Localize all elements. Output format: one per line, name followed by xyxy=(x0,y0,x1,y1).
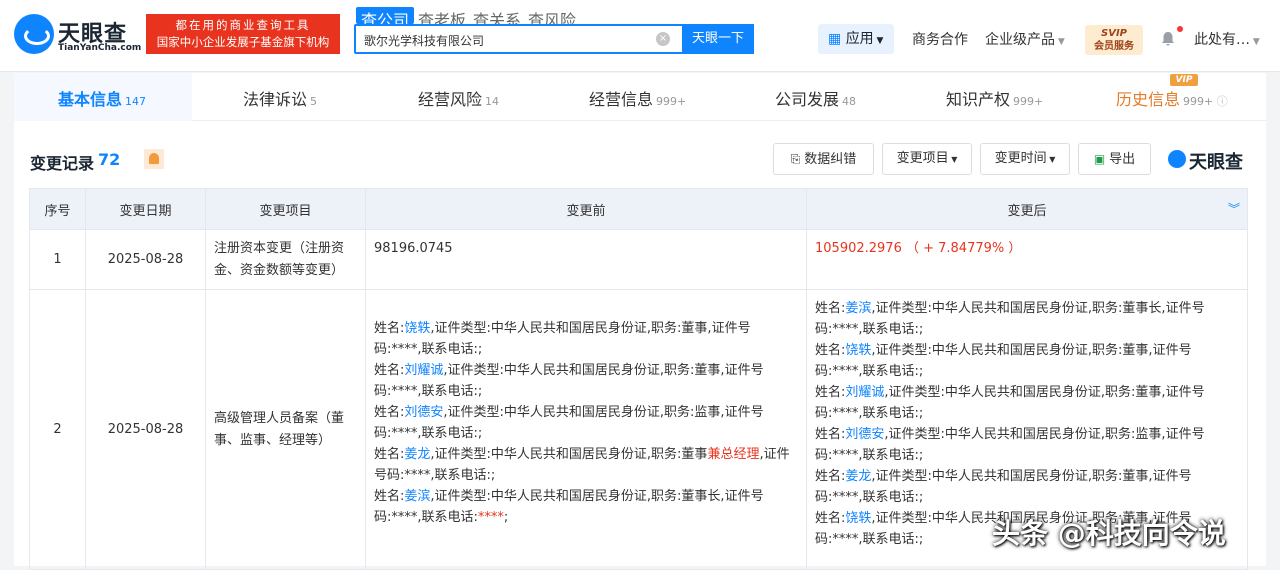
person-entry: 姓名:饶轶,证件类型:中华人民共和国居民身份证,职务:董事,证件号码:****,… xyxy=(374,321,751,357)
table-header: 序号 变更日期 变更项目 变更前 变更后 xyxy=(29,188,1248,230)
section-count: 72 xyxy=(98,150,121,169)
change-item-filter[interactable]: 变更项目 ▼ xyxy=(882,143,972,175)
person-name-link[interactable]: 饶轶 xyxy=(845,511,871,526)
person-entry: 姓名:刘德安,证件类型:中华人民共和国居民身份证,职务:监事,证件号码:****… xyxy=(815,427,1205,463)
person-entry: 姓名:姜滨,证件类型:中华人民共和国居民身份证,职务:董事长,证件号码:****… xyxy=(815,301,1205,337)
person-name-link[interactable]: 刘德安 xyxy=(845,427,884,442)
data-correction-button[interactable]: ⎘ 数据纠错 xyxy=(773,143,874,175)
tyc-logo-text: 天眼查 xyxy=(1189,152,1243,173)
person-name-link[interactable]: 姜滨 xyxy=(845,301,871,316)
tab-basic-info[interactable]: 基本信息 147 xyxy=(58,86,146,110)
apps-menu[interactable]: ▦ 应用 ▼ xyxy=(818,24,894,54)
main-tabs: 基本信息 147 法律诉讼 5 经营风险 14 经营信息 999+ 公司发展 48 知识产… xyxy=(14,73,1266,121)
col-item: 变更项目 xyxy=(205,188,366,230)
person-entry: 姓名:饶轶,证件类型:中华人民共和国居民身份证,职务:董事,证件号码:****,… xyxy=(815,343,1192,379)
watermark: 头条 @科技向令说 xyxy=(992,517,1226,550)
col-before: 变更前 xyxy=(365,188,807,230)
tab-ip[interactable]: 知识产权 999+ xyxy=(946,86,1043,110)
person-name-link[interactable]: 刘德安 xyxy=(404,405,443,420)
table-row: 1 2025-08-28 注册资本变更（注册资金、资金数额等变更） 98196.… xyxy=(29,229,1248,290)
search-button[interactable]: 天眼一下 xyxy=(682,24,754,54)
logo-eye-icon xyxy=(14,14,54,54)
person-name-link[interactable]: 饶轶 xyxy=(404,321,430,336)
svip-button[interactable]: SVIP 会员服务 xyxy=(1085,25,1143,55)
person-entry: 姓名:姜龙,证件类型:中华人民共和国居民身份证,职务:董事,证件号码:****,… xyxy=(815,469,1192,505)
help-icon: ⓘ xyxy=(1213,95,1228,108)
person-entry: 姓名:姜滨,证件类型:中华人民共和国居民身份证,职务:董事长,证件号码:****… xyxy=(374,489,764,525)
logo[interactable]: 天眼查 TianYanCha.com xyxy=(14,14,141,58)
bell-icon[interactable] xyxy=(1160,31,1176,47)
row-index: 2 xyxy=(29,289,86,570)
nav-business-coop[interactable]: 商务合作 xyxy=(912,29,968,49)
tab-company-dev[interactable]: 公司发展 48 xyxy=(775,86,856,110)
row-after: 105902.2976 （ + 7.84779% ） xyxy=(806,229,1248,290)
top-header: 天眼查 TianYanCha.com 都在用的商业查询工具 国家中小企业发展子基… xyxy=(0,0,1280,72)
section-title: 变更记录 xyxy=(30,154,95,173)
tyc-logo-icon xyxy=(1168,150,1186,168)
edit-icon: ⎘ xyxy=(790,152,805,166)
person-name-link[interactable]: 刘耀诚 xyxy=(845,385,884,400)
person-entry: 姓名:姜龙,证件类型:中华人民共和国居民身份证,职务:董事兼总经理,证件号码:*… xyxy=(374,447,790,483)
tab-history[interactable]: 历史信息 999+ ⓘ xyxy=(1116,86,1228,110)
row-date: 2025-08-28 xyxy=(85,289,206,570)
change-time-filter[interactable]: 变更时间 ▼ xyxy=(980,143,1070,175)
person-name-link[interactable]: 刘耀诚 xyxy=(404,363,443,378)
col-after: 变更后 xyxy=(806,188,1248,230)
tab-operation-info[interactable]: 经营信息 999+ xyxy=(589,86,686,110)
person-name-link[interactable]: 姜龙 xyxy=(404,447,430,462)
row-before: 98196.0745 xyxy=(365,229,807,290)
vip-badge: VIP xyxy=(1170,74,1198,86)
search-input[interactable]: 歌尔光学科技有限公司 xyxy=(364,32,484,49)
chevron-down-icon: ▼ xyxy=(873,36,884,46)
tab-operation-risk[interactable]: 经营风险 14 xyxy=(418,86,499,110)
clear-icon[interactable]: × xyxy=(656,32,670,46)
export-button[interactable]: ▣ 导出 xyxy=(1078,143,1151,175)
slogan-banner: 都在用的商业查询工具 国家中小企业发展子基金旗下机构 xyxy=(146,14,340,54)
search-box[interactable]: 歌尔光学科技有限公司 × 天眼一下 xyxy=(354,24,754,54)
person-name-link[interactable]: 姜龙 xyxy=(845,469,871,484)
notification-dot xyxy=(1177,26,1183,32)
person-entry: 姓名:刘耀诚,证件类型:中华人民共和国居民身份证,职务:董事,证件号码:****… xyxy=(374,363,764,399)
tab-legal[interactable]: 法律诉讼 5 xyxy=(243,86,317,110)
tab-search-company[interactable]: 查公司 xyxy=(356,7,415,30)
row-date: 2025-08-28 xyxy=(85,229,206,290)
user-menu[interactable]: 此处有… ▼ xyxy=(1194,29,1260,49)
person-entry: 姓名:刘耀诚,证件类型:中华人民共和国居民身份证,职务:董事,证件号码:****… xyxy=(815,385,1205,421)
row-item: 注册资本变更（注册资金、资金数额等变更） xyxy=(205,229,366,290)
row-item: 高级管理人员备案（董事、监事、经理等） xyxy=(205,289,366,570)
nav-enterprise[interactable]: 企业级产品 ▼ xyxy=(985,29,1065,49)
person-name-link[interactable]: 姜滨 xyxy=(404,489,430,504)
col-date: 变更日期 xyxy=(85,188,206,230)
person-entry: 姓名:刘德安,证件类型:中华人民共和国居民身份证,职务:监事,证件号码:****… xyxy=(374,405,764,441)
grid-icon: ▦ xyxy=(828,31,846,47)
row-before: 姓名:饶轶,证件类型:中华人民共和国居民身份证,职务:董事,证件号码:****,… xyxy=(365,289,807,570)
col-index: 序号 xyxy=(29,188,86,230)
excel-icon: ▣ xyxy=(1093,152,1110,166)
person-name-link[interactable]: 饶轶 xyxy=(845,343,871,358)
subscribe-bell-icon[interactable] xyxy=(144,149,164,169)
collapse-chevron-icon[interactable]: ︾ xyxy=(1228,200,1240,217)
row-index: 1 xyxy=(29,229,86,290)
